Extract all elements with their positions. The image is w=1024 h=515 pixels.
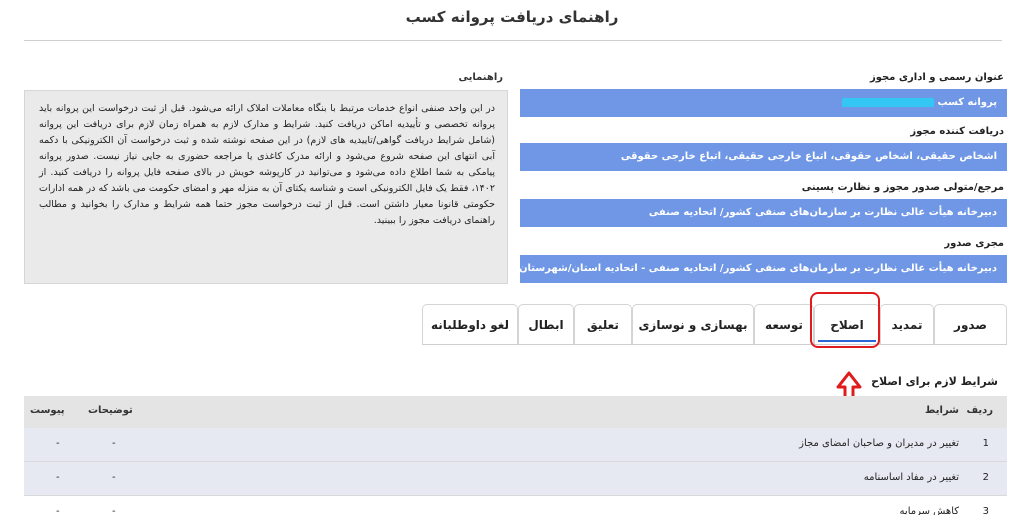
row-notes: -	[112, 438, 116, 449]
title-divider	[24, 40, 1002, 41]
issuer-text: دبیرخانه هیأت عالی نظارت بر سازمان‌های ص…	[520, 263, 997, 274]
license-title-text: پروانه کسب	[937, 97, 998, 108]
tab-renew[interactable]: تمدید	[880, 304, 934, 344]
tab-expand[interactable]: توسعه	[754, 304, 814, 344]
recipient-text: اشخاص حقیقی، اشخاص حقوقی، اتباع خارجی حق…	[620, 151, 997, 162]
header-conditions: شرایط	[925, 405, 959, 416]
redacted-mark	[841, 97, 934, 107]
row-notes: -	[112, 472, 116, 483]
recipient-label: دریافت کننده مجوز	[910, 126, 1004, 137]
tabs-baseline	[422, 344, 1007, 345]
help-text: در این واحد صنفی انواع خدمات مرتبط با بن…	[39, 103, 495, 226]
table-row: 1 تغییر در مدیران و صاحبان امضای مجاز - …	[24, 428, 1007, 461]
header-attachment: پیوست	[30, 405, 65, 416]
help-label: راهنمایی	[458, 72, 503, 83]
license-title-label: عنوان رسمی و اداری مجوز	[869, 72, 1004, 83]
row-notes: -	[112, 506, 116, 515]
row-attachment: -	[56, 438, 60, 449]
section-title: شرایط لازم برای اصلاح	[871, 375, 998, 388]
tab-issue[interactable]: صدور	[934, 304, 1007, 344]
table-row: 2 تغییر در مفاد اساسنامه - -	[24, 462, 1007, 495]
row-condition: کاهش سرمایه	[899, 506, 959, 515]
row-attachment: -	[56, 472, 60, 483]
table-header: ردیف شرایط توضیحات پیوست	[24, 396, 1007, 428]
row-attachment: -	[56, 506, 60, 515]
page-title: راهنمای دریافت پروانه کسب	[405, 8, 619, 26]
highlight-annotation	[810, 292, 880, 348]
authority-text: دبیرخانه هیأت عالی نظارت بر سازمان‌های ص…	[648, 207, 997, 218]
tab-renovation[interactable]: بهسازی و نوسازی	[632, 304, 754, 344]
header-notes: توضیحات	[88, 405, 133, 416]
license-title-value: پروانه کسب	[520, 89, 1007, 117]
tab-revoke[interactable]: ابطال	[518, 304, 574, 344]
row-number: 1	[982, 438, 989, 449]
table-row: 3 کاهش سرمایه - -	[24, 496, 1007, 515]
tab-voluntary-cancel[interactable]: لغو داوطلبانه	[422, 304, 518, 344]
authority-value: دبیرخانه هیأت عالی نظارت بر سازمان‌های ص…	[520, 199, 1007, 227]
row-number: 3	[982, 506, 989, 515]
tab-suspend[interactable]: تعلیق	[574, 304, 632, 344]
row-condition: تغییر در مفاد اساسنامه	[863, 472, 959, 483]
issuer-value: دبیرخانه هیأت عالی نظارت بر سازمان‌های ص…	[520, 255, 1007, 283]
authority-label: مرجع/متولی صدور مجوز و نظارت پسینی	[801, 182, 1004, 193]
row-number: 2	[982, 472, 989, 483]
issuer-label: مجری صدور	[944, 238, 1004, 249]
recipient-value: اشخاص حقیقی، اشخاص حقوقی، اتباع خارجی حق…	[520, 143, 1007, 171]
row-condition: تغییر در مدیران و صاحبان امضای مجاز	[799, 438, 959, 449]
header-row-number: ردیف	[966, 405, 993, 416]
help-text-box: در این واحد صنفی انواع خدمات مرتبط با بن…	[24, 90, 508, 284]
